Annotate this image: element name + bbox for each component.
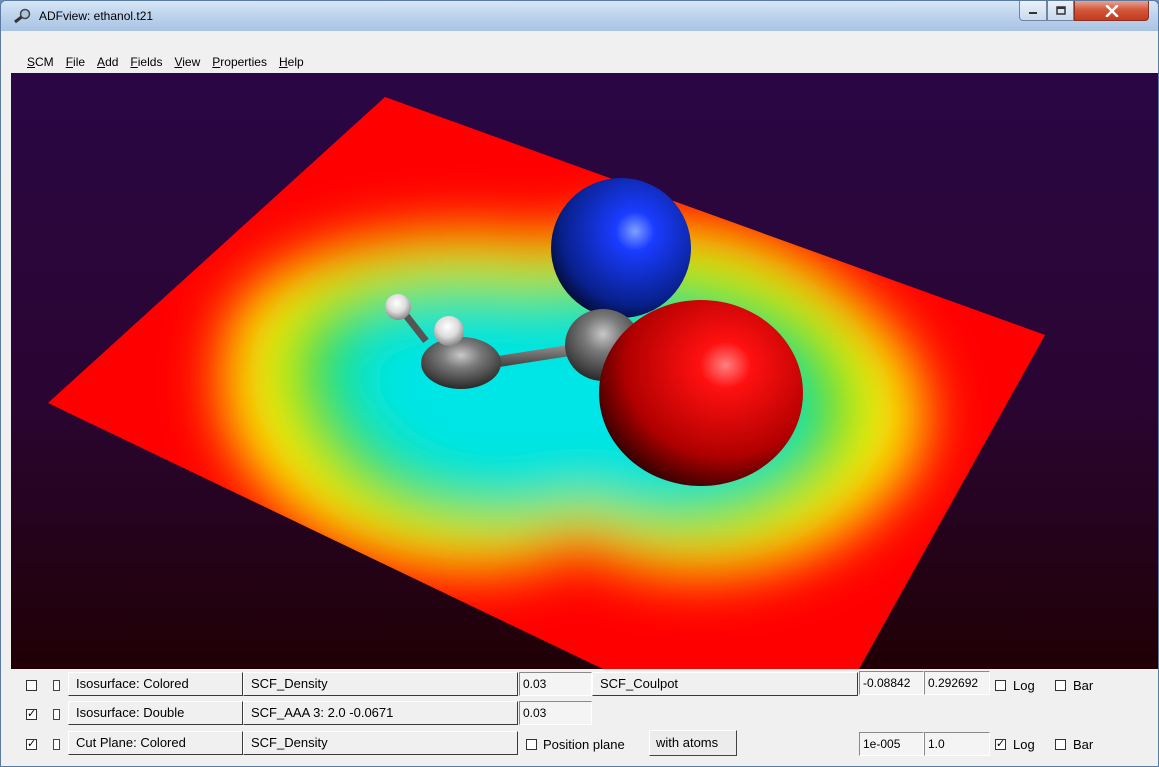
menu-fields[interactable]: Fields [124,55,168,69]
carbon-atom[interactable] [421,337,501,389]
position-plane-label: Position plane [543,737,625,752]
row1-type-button[interactable]: Isosurface: Colored [68,672,243,696]
row3-log-label: Log [1013,737,1035,752]
row2-field-selector[interactable]: SCF_AAA 3: 2.0 -0.0671 [243,701,518,725]
molecule-3d-viewport[interactable] [11,73,1158,669]
magnifier-icon [14,8,31,24]
menu-help[interactable]: Help [273,55,310,69]
row3-type-button[interactable]: Cut Plane: Colored [68,731,243,755]
minimize-button[interactable] [1019,1,1047,21]
row3-bar-label: Bar [1073,737,1094,752]
row3-log-checkbox[interactable]: ✓ [995,739,1006,750]
row3-field-selector[interactable]: SCF_Density [243,731,518,755]
row2-secondary-checkbox[interactable] [53,709,60,720]
maximize-icon [1055,5,1066,15]
row2-value-input[interactable]: 0.03 [519,701,592,725]
menu-add[interactable]: Add [91,55,124,69]
maximize-button[interactable] [1047,1,1074,21]
close-icon [1105,4,1118,17]
nitrogen-atom[interactable] [551,178,691,318]
window-title: ADFview: ethanol.t21 [39,9,154,23]
row1-log-label: Log [1013,678,1035,693]
row1-visible-checkbox[interactable] [26,680,37,691]
row3-bar-checkbox[interactable] [1055,739,1066,750]
menu-view[interactable]: View [168,55,206,69]
row2-type-button[interactable]: Isosurface: Double [68,701,243,725]
with-atoms-button[interactable]: with atoms [649,730,737,756]
row1-log-checkbox[interactable] [995,680,1006,691]
menu-scm[interactable]: SCM [9,55,60,69]
row1-secondary-checkbox[interactable] [53,680,60,691]
row1-min-input[interactable]: -0.08842 [859,671,924,695]
position-plane-checkbox[interactable] [526,739,537,750]
row1-max-input[interactable]: 0.292692 [924,671,990,695]
menu-properties[interactable]: Properties [206,55,273,69]
menu-file[interactable]: File [60,55,91,69]
row1-bar-checkbox[interactable] [1055,680,1066,691]
adfview-window: ADFview: ethanol.t21 SCM File Add Fields… [0,0,1159,767]
minimize-icon [1029,11,1037,14]
title-bar[interactable]: ADFview: ethanol.t21 [1,1,1158,31]
menu-bar: SCM File Add Fields View Properties Help [9,51,1152,73]
row1-bar-label: Bar [1073,678,1094,693]
cut-plane [48,97,1045,669]
row1-color-field-selector[interactable]: SCF_Coulpot [592,672,858,696]
fields-panel: Isosurface: Colored SCF_Density 0.03 SCF… [11,669,1158,766]
close-button[interactable] [1074,1,1149,21]
row2-visible-checkbox[interactable]: ✓ [26,709,37,720]
row3-min-input[interactable]: 1e-005 [859,732,924,756]
row3-visible-checkbox[interactable]: ✓ [26,739,37,750]
row1-value-input[interactable]: 0.03 [519,672,592,696]
hydrogen-atom[interactable] [434,316,464,346]
row3-secondary-checkbox[interactable] [53,739,60,750]
hydrogen-atom[interactable] [385,294,411,320]
row1-field-selector[interactable]: SCF_Density [243,672,518,696]
row3-max-input[interactable]: 1.0 [924,732,990,756]
oxygen-atom[interactable] [599,300,803,486]
